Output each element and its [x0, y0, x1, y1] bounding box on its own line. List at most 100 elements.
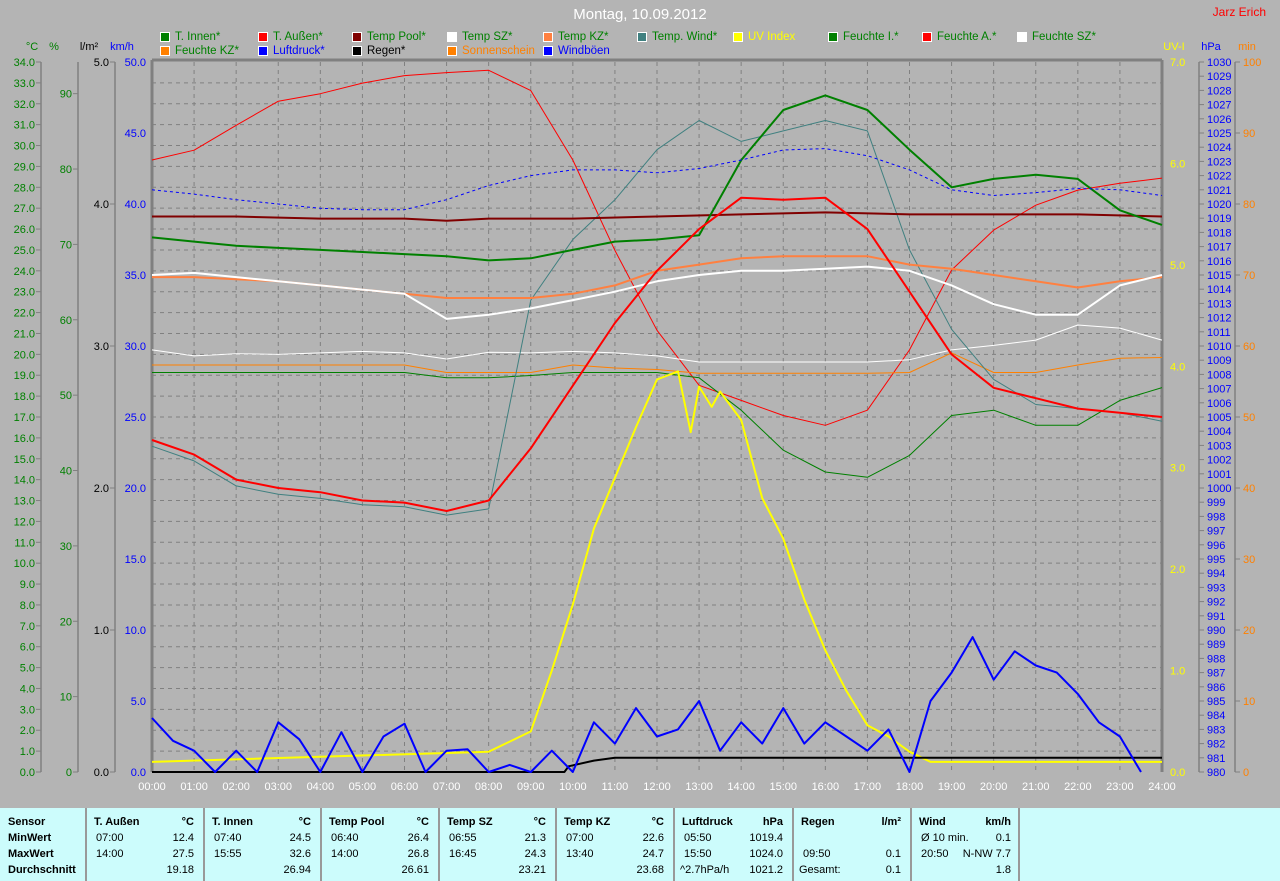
x-tick-label: 02:00 [222, 781, 250, 793]
axis-tick-label-uv: 7.0 [1170, 57, 1185, 69]
axis-tick-label-temp: 9.0 [20, 579, 35, 591]
avg-value: 26.61 [401, 864, 429, 876]
axis-tick-label-sun: 50 [1243, 412, 1255, 424]
axis-tick-label-temp: 2.0 [20, 725, 35, 737]
x-tick-label: 16:00 [812, 781, 840, 793]
row-label: Durchschnitt [8, 864, 76, 876]
axis-tick-label-hum: 90 [60, 89, 72, 101]
series-line-temp-pool [152, 211, 1163, 222]
axis-tick-label-press: 1012 [1207, 313, 1231, 325]
axis-tick-label-press: 1011 [1207, 327, 1231, 339]
x-tick-label: 03:00 [264, 781, 292, 793]
max-value: 26.8 [407, 848, 429, 860]
max-value: 0.1 [885, 848, 901, 860]
min-value: 26.4 [407, 832, 429, 844]
axis-tick-label-press: 987 [1207, 668, 1225, 680]
axis-tick-label-temp: 12.0 [14, 516, 35, 528]
axis-tick-label-press: 1021 [1207, 185, 1231, 197]
avg-value: 0.1 [885, 864, 901, 876]
axis-tick-label-press: 1018 [1207, 227, 1231, 239]
axis-tick-label-temp: 32.0 [14, 99, 35, 111]
axis-tick-label-hum: 50 [60, 390, 72, 402]
axis-tick-label-uv: 4.0 [1170, 361, 1185, 373]
axis-tick-label-press: 1019 [1207, 213, 1231, 225]
axis-tick-label-press: 988 [1207, 653, 1225, 665]
axis-tick-label-sun: 20 [1243, 625, 1255, 637]
max-value: 24.3 [524, 848, 546, 860]
axis-tick-label-press: 995 [1207, 554, 1225, 566]
min-value: 12.4 [172, 832, 194, 844]
axis-tick-label-press: 1024 [1207, 142, 1231, 154]
column-divider [320, 808, 322, 881]
axis-tick-label-press: 1028 [1207, 85, 1231, 97]
avg-value: 23.21 [518, 864, 546, 876]
column-divider [792, 808, 794, 881]
x-tick-label: 10:00 [559, 781, 587, 793]
x-tick-label: 15:00 [769, 781, 797, 793]
x-tick-label: 22:00 [1064, 781, 1092, 793]
max-value: 32.6 [289, 848, 311, 860]
x-tick-label: 00:00 [138, 781, 166, 793]
axis-tick-label-temp: 31.0 [14, 120, 35, 132]
x-tick-label: 13:00 [685, 781, 713, 793]
axis-tick-label-wind: 45.0 [125, 128, 146, 140]
x-tick-label: 01:00 [180, 781, 208, 793]
axis-tick-label-temp: 16.0 [14, 433, 35, 445]
axis-tick-label-temp: 15.0 [14, 454, 35, 466]
column-unit: °C [298, 816, 311, 828]
axis-tick-label-temp: 14.0 [14, 475, 35, 487]
axis-tick-label-wind: 5.0 [131, 696, 146, 708]
axis-tick-label-wind: 0.0 [131, 767, 146, 779]
axis-tick-label-press: 993 [1207, 582, 1225, 594]
axis-tick-label-temp: 8.0 [20, 600, 35, 612]
axis-tick-label-press: 1026 [1207, 114, 1231, 126]
avg-value: 1.8 [995, 864, 1011, 876]
axis-tick-label-press: 998 [1207, 511, 1225, 523]
axis-tick-label-press: 992 [1207, 597, 1225, 609]
axis-tick-label-press: 1000 [1207, 483, 1231, 495]
axis-tick-label-hum: 60 [60, 315, 72, 327]
axis-tick-label-temp: 5.0 [20, 663, 35, 675]
axis-tick-label-temp: 19.0 [14, 370, 35, 382]
axis-tick-label-temp: 0.0 [20, 767, 35, 779]
axis-tick-label-hum: 0 [66, 767, 72, 779]
axis-title-hum: % [49, 41, 59, 53]
axis-tick-label-wind: 35.0 [125, 270, 146, 282]
x-tick-label: 05:00 [349, 781, 377, 793]
axis-tick-label-hum: 80 [60, 164, 72, 176]
axis-tick-label-temp: 7.0 [20, 621, 35, 633]
axis-tick-label-press: 994 [1207, 568, 1225, 580]
axis-tick-label-hum: 20 [60, 616, 72, 628]
axis-tick-label-temp: 34.0 [14, 57, 35, 69]
axis-tick-label-press: 1005 [1207, 412, 1231, 424]
min-value: 0.1 [995, 832, 1011, 844]
axis-tick-label-wind: 40.0 [125, 199, 146, 211]
column-unit: °C [416, 816, 429, 828]
axis-tick-label-press: 1008 [1207, 369, 1231, 381]
axis-tick-label-rain: 3.0 [94, 341, 109, 353]
axis-tick-label-press: 1002 [1207, 455, 1231, 467]
axis-tick-label-temp: 22.0 [14, 308, 35, 320]
min-value: 22.6 [642, 832, 664, 844]
axis-tick-label-uv: 5.0 [1170, 260, 1185, 272]
axis-tick-label-press: 1014 [1207, 284, 1231, 296]
axis-tick-label-sun: 100 [1243, 57, 1261, 69]
row-label: Sensor [8, 816, 46, 828]
axis-tick-label-temp: 30.0 [14, 141, 35, 153]
axis-tick-label-temp: 24.0 [14, 266, 35, 278]
axis-tick-label-press: 981 [1207, 753, 1225, 765]
axis-tick-label-temp: 11.0 [14, 537, 35, 549]
x-tick-label: 21:00 [1022, 781, 1050, 793]
axis-tick-label-temp: 17.0 [14, 412, 35, 424]
axis-tick-label-hum: 10 [60, 692, 72, 704]
axis-tick-label-wind: 30.0 [125, 341, 146, 353]
axis-tick-label-temp: 26.0 [14, 224, 35, 236]
column-unit: l/m² [881, 816, 901, 828]
axis-tick-label-press: 1006 [1207, 398, 1231, 410]
max-value: 24.7 [642, 848, 664, 860]
axis-tick-label-press: 1001 [1207, 469, 1231, 481]
x-tick-label: 17:00 [854, 781, 882, 793]
column-unit: °C [533, 816, 546, 828]
axis-tick-label-temp: 6.0 [20, 642, 35, 654]
axis-tick-label-press: 1030 [1207, 57, 1231, 69]
